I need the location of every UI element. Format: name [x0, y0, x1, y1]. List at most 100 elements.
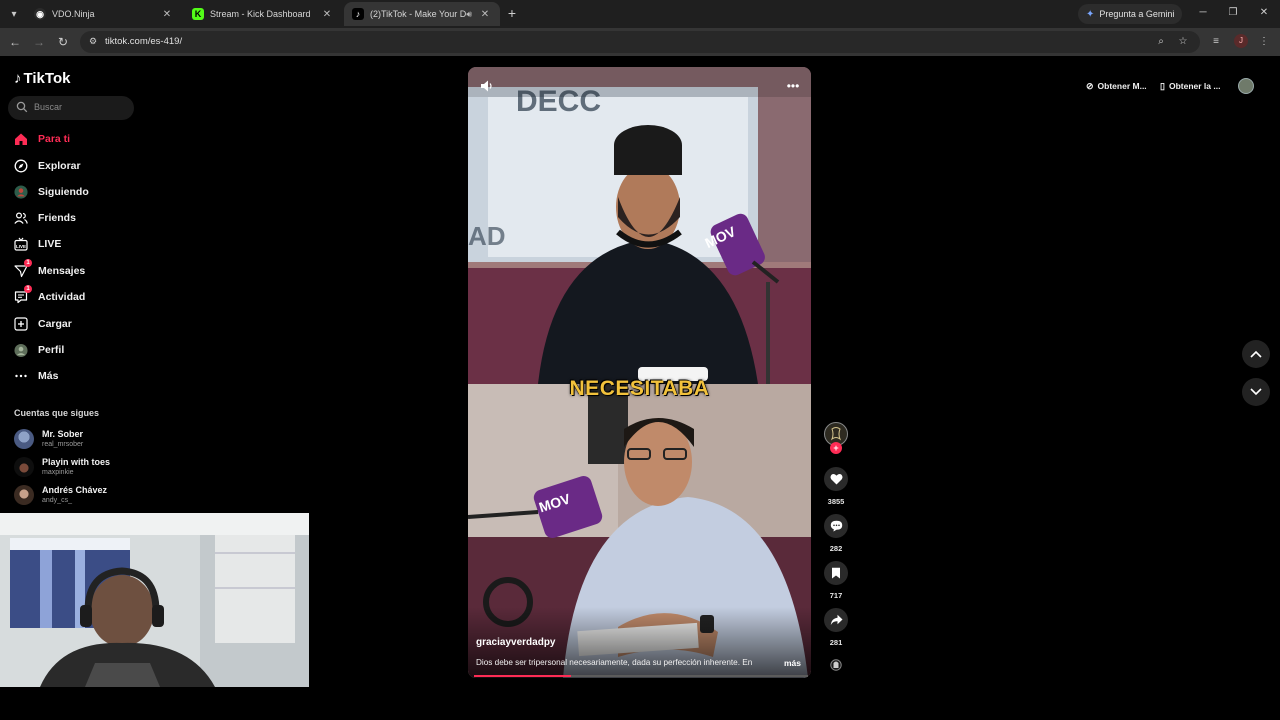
share-button[interactable]	[824, 608, 848, 632]
gemini-spark-icon: ✦	[1086, 8, 1095, 20]
tab-title: (2)TikTok - Make Your Day	[370, 9, 467, 19]
media-control-icon[interactable]: ≡	[1208, 34, 1224, 50]
get-app-button[interactable]: ▯ Obtener la ...	[1160, 76, 1220, 96]
like-button[interactable]	[824, 467, 848, 491]
sidebar-item-explorar[interactable]: Explorar	[14, 157, 81, 175]
account-handle: andy_cs_	[42, 497, 72, 504]
home-icon	[14, 132, 28, 146]
compass-icon	[14, 159, 28, 173]
address-bar[interactable]: ⚙ tiktok.com/es-419/ ⌕ ☆	[80, 31, 1200, 53]
tiktok-logo[interactable]: ♪ TikTok	[14, 70, 70, 87]
search-icon	[16, 101, 28, 113]
restore-icon[interactable]: ❐	[1226, 6, 1240, 20]
video-caption-overlay: NECESITABA	[569, 377, 710, 400]
close-tab-icon[interactable]: ✕	[160, 9, 174, 20]
close-tab-icon[interactable]: ✕	[478, 9, 492, 20]
notification-badge: 1	[24, 259, 32, 267]
tab-title: VDO.Ninja	[52, 9, 95, 19]
chevron-down-icon	[1250, 388, 1262, 396]
video-description: Dios debe ser tripersonal necesariamente…	[476, 658, 753, 667]
sidebar-item-friends[interactable]: Friends	[14, 209, 76, 227]
tab-title: Stream - Kick Dashboard	[210, 9, 311, 19]
account-name: Mr. Sober	[42, 429, 84, 439]
follow-plus-button[interactable]: +	[830, 442, 842, 454]
bookmark-star-icon[interactable]: ☆	[1176, 35, 1190, 49]
sidebar-item-live[interactable]: LIVE LIVE	[14, 235, 61, 253]
avatar	[14, 485, 34, 505]
save-button[interactable]	[824, 561, 848, 585]
comment-button[interactable]	[824, 514, 848, 538]
sidebar-item-label: Siguiendo	[38, 186, 89, 198]
followed-account-mr-sober[interactable]: Mr. Sober real_mrsober	[14, 429, 83, 449]
get-coins-button[interactable]: ⊘ Obtener M...	[1086, 76, 1147, 96]
sidebar-item-mas[interactable]: Más	[14, 367, 58, 385]
video-frame-image: DECC AD M​OV M​OV	[468, 67, 811, 678]
friends-icon	[14, 211, 28, 225]
sidebar-item-perfil[interactable]: Perfil	[14, 341, 64, 359]
following-accounts-header: Cuentas que sigues	[14, 408, 100, 418]
url-text[interactable]: tiktok.com/es-419/	[105, 36, 182, 47]
sidebar-item-actividad[interactable]: 1 Actividad	[14, 285, 86, 306]
new-tab-button[interactable]: +	[504, 5, 520, 21]
sidebar-item-label: Más	[38, 370, 59, 382]
tab-tiktok[interactable]: ♪ (2)TikTok - Make Your Day 🔊︎ ✕	[344, 2, 500, 26]
avatar	[14, 429, 34, 449]
profile-avatar-icon	[14, 343, 28, 357]
sidebar-item-label: Actividad	[38, 291, 86, 303]
volume-icon[interactable]	[480, 79, 494, 93]
sidebar-item-label: Mensajes	[38, 265, 86, 277]
tab-audio-icon[interactable]: 🔊︎	[466, 9, 472, 20]
bookmark-icon	[832, 567, 840, 579]
chevron-up-icon	[1250, 350, 1262, 358]
sidebar-item-label: Explorar	[38, 160, 81, 172]
followed-account-playin-with-toes[interactable]: Playin with toes maxpinkie	[14, 457, 110, 477]
account-handle: real_mrsober	[42, 441, 84, 448]
share-arrow-icon	[830, 614, 842, 625]
heart-icon	[829, 473, 843, 485]
tab-kick-dashboard[interactable]: K Stream - Kick Dashboard ✕	[184, 2, 342, 26]
previous-video-button[interactable]	[1242, 340, 1270, 368]
user-avatar[interactable]	[1238, 78, 1254, 94]
notification-badge: 1	[24, 285, 32, 293]
close-tab-icon[interactable]: ✕	[320, 9, 334, 20]
video-author-username[interactable]: graciayverdadpy	[476, 637, 556, 648]
close-window-icon[interactable]: ✕	[1257, 6, 1271, 20]
sidebar-item-siguiendo[interactable]: Siguiendo	[14, 183, 89, 201]
site-info-icon[interactable]: ⚙	[87, 36, 99, 48]
gemini-label: Pregunta a Gemini	[1099, 9, 1175, 19]
comment-count: 282	[829, 544, 843, 553]
zoom-icon[interactable]: ⌕	[1154, 35, 1168, 49]
svg-text:AD: AD	[468, 221, 506, 251]
next-video-button[interactable]	[1242, 378, 1270, 406]
video-progress-bar[interactable]	[474, 675, 808, 677]
search-input[interactable]: Buscar	[8, 96, 134, 120]
sound-disc-icon[interactable]	[830, 658, 842, 672]
sidebar-item-mensajes[interactable]: 1 Mensajes	[14, 259, 86, 280]
account-handle: maxpinkie	[42, 469, 74, 476]
webcam-overlay	[0, 513, 309, 687]
description-more-link[interactable]: más	[784, 658, 801, 668]
video-more-options-icon[interactable]: •••	[785, 79, 801, 93]
sidebar-item-cargar[interactable]: Cargar	[14, 315, 72, 333]
minimize-icon[interactable]: ─	[1196, 6, 1210, 20]
gemini-button[interactable]: ✦ Pregunta a Gemini	[1078, 4, 1183, 24]
avatar	[14, 457, 34, 477]
sidebar-item-para-ti[interactable]: Para ti	[14, 130, 70, 148]
upload-icon	[14, 317, 28, 331]
reload-icon[interactable]: ↻	[55, 34, 71, 50]
back-arrow-icon[interactable]: ←	[7, 34, 23, 50]
followed-account-andres-chavez[interactable]: Andrés Chávez andy_cs_	[14, 485, 107, 505]
sidebar-item-label: Perfil	[38, 344, 65, 356]
account-name: Andrés Chávez	[42, 485, 108, 495]
video-player[interactable]: DECC AD M​OV M​OV	[468, 67, 811, 678]
browser-profile-avatar[interactable]: J	[1234, 34, 1248, 48]
browser-menu-icon[interactable]: ⋮	[1256, 34, 1272, 50]
tab-vdo-ninja[interactable]: ◉ VDO.Ninja ✕	[26, 2, 182, 26]
logo-text: TikTok	[23, 70, 71, 87]
live-icon: LIVE	[14, 237, 28, 251]
coin-icon: ⊘	[1086, 80, 1094, 91]
get-coins-label: Obtener M...	[1097, 81, 1147, 91]
tab-search-dropdown-icon[interactable]: ▾	[4, 4, 24, 24]
forward-arrow-icon[interactable]: →	[31, 34, 47, 50]
phone-icon: ▯	[1160, 80, 1165, 91]
